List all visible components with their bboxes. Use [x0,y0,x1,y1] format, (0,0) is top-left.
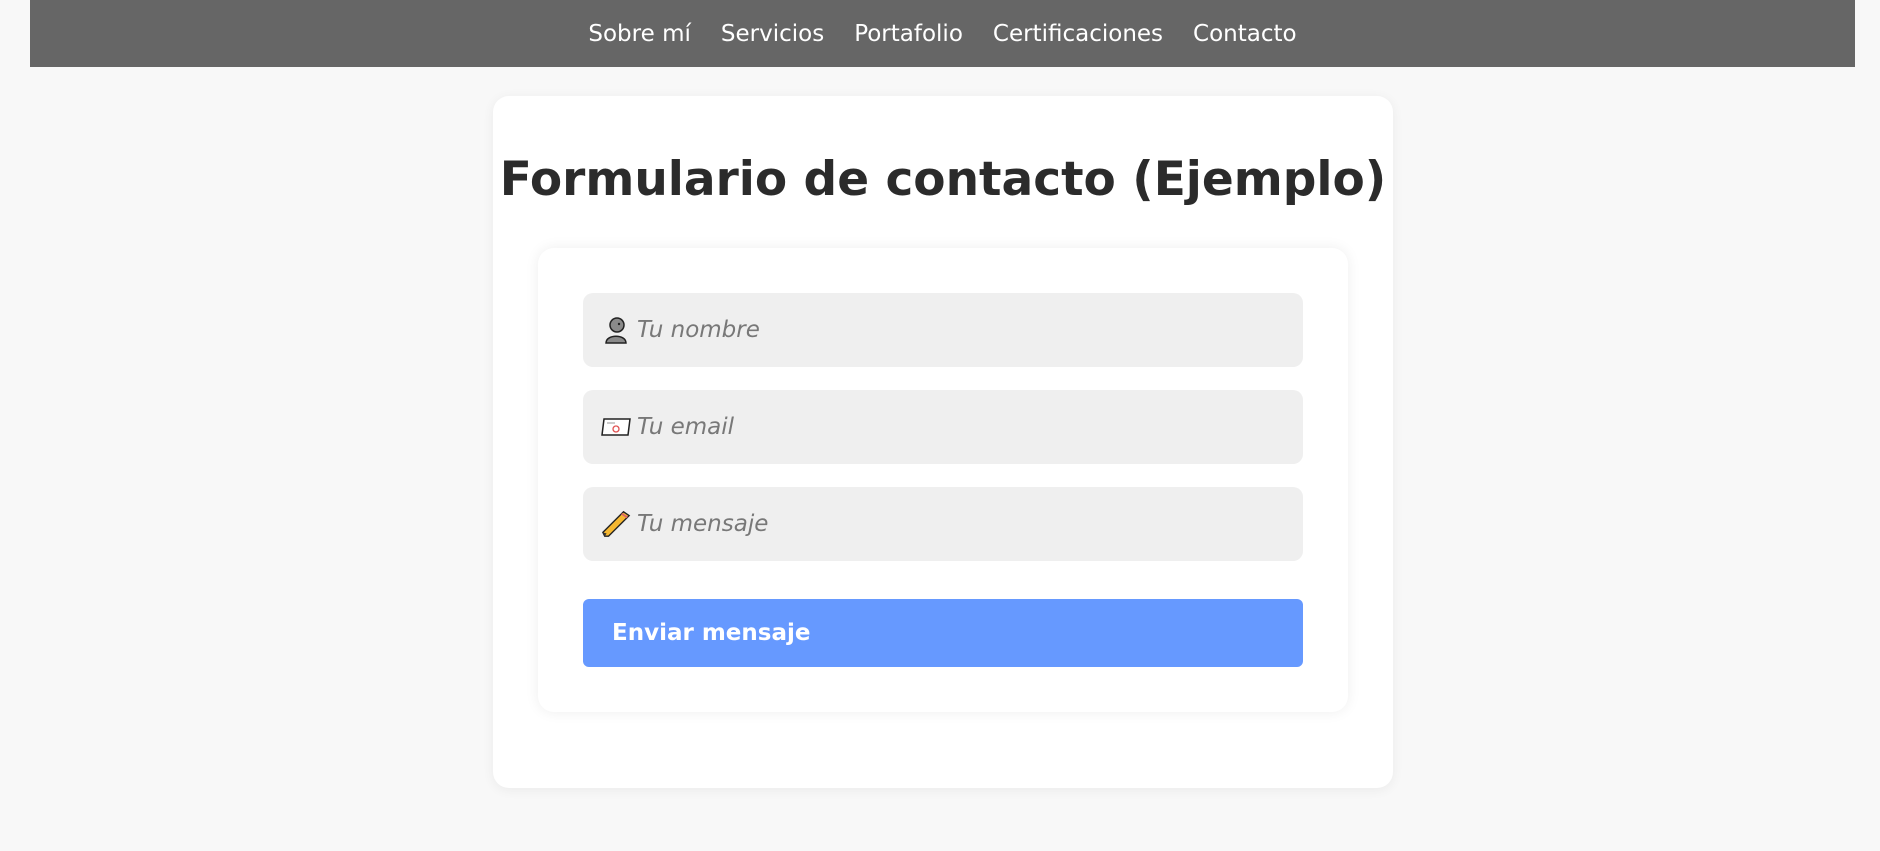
message-field-wrapper[interactable] [583,487,1303,561]
send-message-button[interactable]: Enviar mensaje [583,599,1303,667]
contact-card: Formulario de contacto (Ejemplo) Tu nomb… [493,96,1393,788]
nav-link-servicios[interactable]: Servicios [721,21,824,47]
nav-link-portafolio[interactable]: Portafolio [854,21,963,47]
name-field-wrapper[interactable] [583,293,1303,367]
nav-link-sobre-mi[interactable]: Sobre mí [588,21,690,47]
envelope-icon [601,412,631,442]
person-icon [601,315,631,345]
email-field-wrapper[interactable] [583,390,1303,464]
name-input[interactable] [637,317,1277,343]
nav-link-contacto[interactable]: Contacto [1193,21,1297,47]
page-edge [0,0,30,851]
email-input[interactable] [637,414,1277,440]
page-title: Formulario de contacto (Ejemplo) [499,152,1387,207]
top-navbar: Sobre mí Servicios Portafolio Certificac… [30,0,1855,67]
message-input[interactable] [637,511,1277,537]
contact-form: Enviar mensaje [538,248,1348,712]
nav-link-certificaciones[interactable]: Certificaciones [993,21,1163,47]
pencil-icon [601,509,631,539]
